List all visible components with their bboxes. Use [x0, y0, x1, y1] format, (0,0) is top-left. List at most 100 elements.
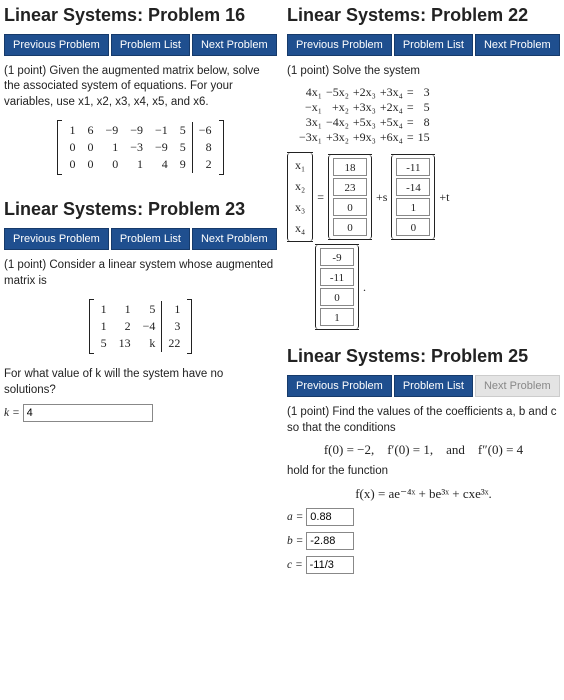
- eq-term: 4x₁: [297, 85, 324, 100]
- eq-term: =: [405, 130, 416, 145]
- list-button[interactable]: Problem List: [111, 228, 190, 250]
- eq-term: +2x₄: [378, 100, 405, 115]
- title: Linear Systems: Problem 22: [287, 6, 560, 26]
- eq-term: +3x₃: [351, 100, 378, 115]
- matrix-cell: 6: [81, 122, 99, 139]
- prompt-text: (1 point) Find the values of the coeffic…: [287, 405, 560, 436]
- var-label: x₄: [292, 219, 308, 238]
- question-text: For what value of k will the system have…: [4, 367, 277, 398]
- vector-input[interactable]: 1: [396, 198, 430, 216]
- eq-term: 3x₁: [297, 115, 324, 130]
- vector-input[interactable]: 23: [333, 178, 367, 196]
- matrix-cell: −9: [149, 139, 174, 156]
- vector-input[interactable]: -9: [320, 248, 354, 266]
- c-input[interactable]: [306, 556, 354, 574]
- c-label: c =: [287, 559, 303, 571]
- eq-term: +x₂: [324, 100, 351, 115]
- matrix-cell: −4: [137, 318, 162, 335]
- matrix-cell: 5: [95, 335, 113, 352]
- prompt-text: (1 point) Solve the system: [287, 64, 560, 80]
- eq-term: +3x₂: [324, 130, 351, 145]
- list-button[interactable]: Problem List: [394, 375, 473, 397]
- next-button[interactable]: Next Problem: [192, 34, 277, 56]
- eq-term: 15: [416, 130, 432, 145]
- eq-term: +5x₄: [378, 115, 405, 130]
- list-button[interactable]: Problem List: [111, 34, 190, 56]
- eq-term: +9x₃: [351, 130, 378, 145]
- problem-25: Linear Systems: Problem 25 Previous Prob…: [287, 347, 560, 573]
- particular-vector: 18 23 0 0: [328, 155, 372, 239]
- matrix-cell: 5: [137, 301, 162, 318]
- hold-text: hold for the function: [287, 464, 560, 480]
- matrix-cell: 0: [99, 156, 124, 173]
- matrix-cell: −3: [124, 139, 149, 156]
- matrix-cell: −1: [149, 122, 174, 139]
- title: Linear Systems: Problem 25: [287, 347, 560, 367]
- nav-bar: Previous Problem Problem List Next Probl…: [4, 34, 277, 56]
- vector-input[interactable]: 0: [333, 218, 367, 236]
- vector-input[interactable]: -14: [396, 178, 430, 196]
- title: Linear Systems: Problem 23: [4, 200, 277, 220]
- s-vector: -11 -14 1 0: [391, 155, 435, 239]
- augmented-matrix: 16−9−9−15−6001−3−9580001492: [57, 120, 223, 175]
- title: Linear Systems: Problem 16: [4, 6, 277, 26]
- prev-button[interactable]: Previous Problem: [287, 375, 392, 397]
- t-vector: -9 -11 0 1: [315, 245, 359, 329]
- vector-input[interactable]: -11: [320, 268, 354, 286]
- matrix-cell: 1: [124, 156, 149, 173]
- k-answer-row: k =: [4, 404, 277, 422]
- list-button[interactable]: Problem List: [394, 34, 473, 56]
- plus-t: +t: [439, 190, 449, 205]
- vector-input[interactable]: 0: [396, 218, 430, 236]
- conditions: f(0) = −2, f′(0) = 1, and f″(0) = 4: [287, 442, 560, 458]
- vector-input[interactable]: 1: [320, 308, 354, 326]
- eq-term: −3x₁: [297, 130, 324, 145]
- c-row: c =: [287, 556, 560, 574]
- prev-button[interactable]: Previous Problem: [4, 228, 109, 250]
- matrix-cell: k: [137, 335, 162, 352]
- vector-input[interactable]: 18: [333, 158, 367, 176]
- prompt-text: (1 point) Consider a linear system whose…: [4, 258, 277, 289]
- eq-term: =: [405, 100, 416, 115]
- k-input[interactable]: [23, 404, 153, 422]
- eq-term: −x₁: [297, 100, 324, 115]
- nav-bar: Previous Problem Problem List Next Probl…: [287, 375, 560, 397]
- matrix-cell: 0: [81, 139, 99, 156]
- eq-term: 8: [416, 115, 432, 130]
- matrix-cell: 5: [174, 139, 193, 156]
- matrix-cell: 1: [113, 301, 137, 318]
- vector-input[interactable]: 0: [320, 288, 354, 306]
- prev-button[interactable]: Previous Problem: [287, 34, 392, 56]
- matrix-cell: 5: [174, 122, 193, 139]
- next-button[interactable]: Next Problem: [475, 34, 560, 56]
- matrix-cell: 1: [162, 301, 187, 318]
- eq-term: =: [405, 85, 416, 100]
- augmented-matrix: 115112−43513k22: [89, 299, 193, 354]
- eq-term: +2x₃: [351, 85, 378, 100]
- eq-term: +5x₃: [351, 115, 378, 130]
- eq-term: −5x₂: [324, 85, 351, 100]
- equation-system: 4x₁−5x₂+2x₃+3x₄=3−x₁+x₂+3x₃+2x₄=53x₁−4x₂…: [297, 85, 432, 145]
- matrix-cell: −6: [192, 122, 217, 139]
- prompt-text: (1 point) Given the augmented matrix bel…: [4, 64, 277, 111]
- vector-input[interactable]: -11: [396, 158, 430, 176]
- next-button[interactable]: Next Problem: [192, 228, 277, 250]
- a-input[interactable]: [306, 508, 354, 526]
- k-label: k =: [4, 407, 20, 419]
- next-button: Next Problem: [475, 375, 560, 397]
- var-label: x₃: [292, 198, 308, 217]
- matrix-cell: 3: [162, 318, 187, 335]
- b-input[interactable]: [306, 532, 354, 550]
- matrix-cell: 0: [81, 156, 99, 173]
- matrix-cell: 1: [99, 139, 124, 156]
- b-row: b =: [287, 532, 560, 550]
- prev-button[interactable]: Previous Problem: [4, 34, 109, 56]
- variable-vector: x₁x₂x₃x₄: [287, 153, 313, 241]
- var-label: x₁: [292, 156, 308, 175]
- eq-term: =: [405, 115, 416, 130]
- vector-input[interactable]: 0: [333, 198, 367, 216]
- a-label: a =: [287, 511, 303, 523]
- problem-22: Linear Systems: Problem 22 Previous Prob…: [287, 6, 560, 329]
- matrix-cell: 2: [113, 318, 137, 335]
- eq-term: 3: [416, 85, 432, 100]
